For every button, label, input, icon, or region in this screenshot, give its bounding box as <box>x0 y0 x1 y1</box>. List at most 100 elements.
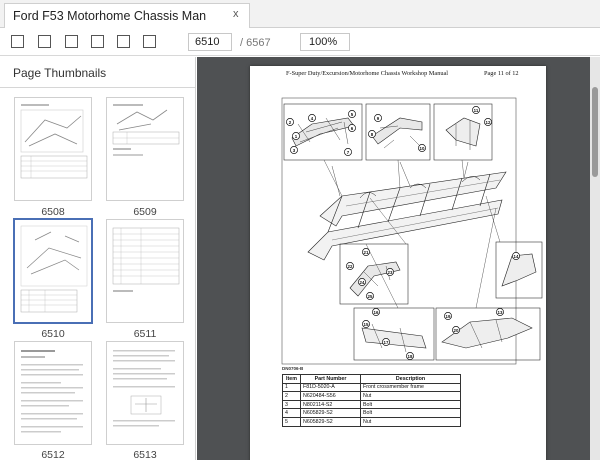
last-page-button[interactable] <box>117 35 130 48</box>
table-header-cell: Item <box>282 374 301 384</box>
thumbnail-6512[interactable] <box>14 341 92 445</box>
thumbnail-preview <box>112 104 180 156</box>
callout-number: 18 <box>408 354 413 359</box>
callout-6: 6 <box>348 124 356 132</box>
callout-number: 25 <box>368 294 373 299</box>
table-cell: N620484-S56 <box>300 391 361 401</box>
thumbnail-preview <box>113 350 175 427</box>
table-row: 2 N620484-S56 Nut <box>282 391 461 401</box>
table-cell: N605829-S2 <box>300 416 361 427</box>
callout-4: 4 <box>308 114 316 122</box>
callout-22: 22 <box>346 262 354 270</box>
callout-number: 14 <box>514 254 519 259</box>
table-cell: 2 <box>282 391 301 401</box>
rotate-button[interactable] <box>143 35 156 48</box>
page-number-input[interactable]: 6510 <box>188 33 232 51</box>
callout-12: 12 <box>484 118 492 126</box>
thumbnail-label: 6508 <box>41 206 65 218</box>
thumbnail-6509[interactable] <box>106 97 184 201</box>
thumbnail-label: 6510 <box>41 328 65 340</box>
callout-number: 16 <box>374 310 379 315</box>
first-page-button[interactable] <box>38 35 51 48</box>
document-viewer[interactable]: F-Super Duty/Excursion/Motorhome Chassis… <box>197 57 590 460</box>
callout-2: 2 <box>286 118 294 126</box>
callout-15: 15 <box>362 320 370 328</box>
table-row: 4 N605829-S2 Bolt <box>282 408 461 418</box>
callout-8: 8 <box>368 130 376 138</box>
callout-21: 21 <box>362 248 370 256</box>
page-total: / 6567 <box>240 37 271 49</box>
table-cell: 3 <box>282 399 301 410</box>
thumbnail-label: 6513 <box>133 449 157 460</box>
thumbnail-preview <box>20 104 88 179</box>
thumbnail-sidebar: Page Thumbnails 6508 6509 6510 6511 6512… <box>0 57 196 460</box>
table-cell: Bolt <box>360 399 461 410</box>
callout-16: 16 <box>372 308 380 316</box>
callout-17: 17 <box>382 338 390 346</box>
close-icon[interactable]: x <box>233 8 239 20</box>
table-cell: 5 <box>282 416 301 427</box>
thumbnail-label: 6511 <box>133 328 157 340</box>
thumbnail-6513[interactable] <box>106 341 184 445</box>
callout-5: 5 <box>348 110 356 118</box>
callout-20: 20 <box>452 326 460 334</box>
callout-number: 13 <box>498 310 503 315</box>
callout-23: 23 <box>386 268 394 276</box>
table-row: 5 N605829-S2 Nut <box>282 416 461 427</box>
tab-title: Ford F53 Motorhome Chassis Man <box>13 9 207 23</box>
viewer-scrollbar[interactable] <box>590 57 600 460</box>
table-row: 1 F81D-5020-A Front crossmember frame <box>282 382 461 393</box>
callout-9: 9 <box>374 114 382 122</box>
callout-24: 24 <box>358 278 366 286</box>
parts-table: Item Part Number Description 1 F81D-5020… <box>282 374 461 427</box>
callout-18: 18 <box>406 352 414 360</box>
document-tab[interactable]: Ford F53 Motorhome Chassis Man <box>4 3 250 29</box>
toolbar: 6510 / 6567 100% <box>0 28 600 56</box>
thumbnail-preview <box>21 350 83 433</box>
table-header-cell: Description <box>360 374 461 384</box>
callout-number: 15 <box>364 322 369 327</box>
tab-bar: Ford F53 Motorhome Chassis Man x <box>0 0 600 29</box>
callout-1: 1 <box>292 132 300 140</box>
callout-number: 20 <box>454 328 459 333</box>
thumbnail-6510[interactable] <box>14 219 92 323</box>
diagram-caption: DN0706-B <box>282 366 304 371</box>
callout-3: 3 <box>290 146 298 154</box>
next-page-button[interactable] <box>91 35 104 48</box>
callout-number: 23 <box>388 270 393 275</box>
callout-14: 14 <box>512 252 520 260</box>
table-cell: 4 <box>282 408 301 418</box>
zoom-input[interactable]: 100% <box>300 33 350 51</box>
callout-number: 24 <box>360 280 365 285</box>
table-cell: Bolt <box>360 408 461 418</box>
callout-25: 25 <box>366 292 374 300</box>
previous-page-button[interactable] <box>65 35 78 48</box>
sidebar-toggle-button[interactable] <box>11 35 24 48</box>
sidebar-divider <box>0 87 195 88</box>
thumbnail-label: 6509 <box>133 206 157 218</box>
thumbnail-6508[interactable] <box>14 97 92 201</box>
document-page: F-Super Duty/Excursion/Motorhome Chassis… <box>250 66 546 460</box>
table-cell: F81D-5020-A <box>300 382 361 393</box>
callout-number: 10 <box>420 146 425 151</box>
callout-7: 7 <box>344 148 352 156</box>
table-cell: N605829-S2 <box>300 408 361 418</box>
table-header-row: Item Part Number Description <box>282 374 461 384</box>
callout-number: 17 <box>384 340 389 345</box>
thumbnail-preview <box>112 227 180 292</box>
callout-10: 10 <box>418 144 426 152</box>
thumbnail-preview <box>20 225 88 313</box>
callout-number: 21 <box>364 250 369 255</box>
table-cell: Nut <box>360 416 461 427</box>
thumbnail-label: 6512 <box>41 449 65 460</box>
callout-number: 11 <box>474 108 479 113</box>
chassis-diagram: 1234567891011121314151617181920212223242… <box>281 97 543 365</box>
callout-number: 12 <box>486 120 491 125</box>
sidebar-title: Page Thumbnails <box>13 66 107 80</box>
table-row: 3 N802114-S2 Bolt <box>282 399 461 410</box>
callout-13: 13 <box>496 308 504 316</box>
thumbnail-6511[interactable] <box>106 219 184 323</box>
scrollbar-thumb[interactable] <box>592 87 598 177</box>
table-cell: 1 <box>282 382 301 393</box>
callout-11: 11 <box>472 106 480 114</box>
